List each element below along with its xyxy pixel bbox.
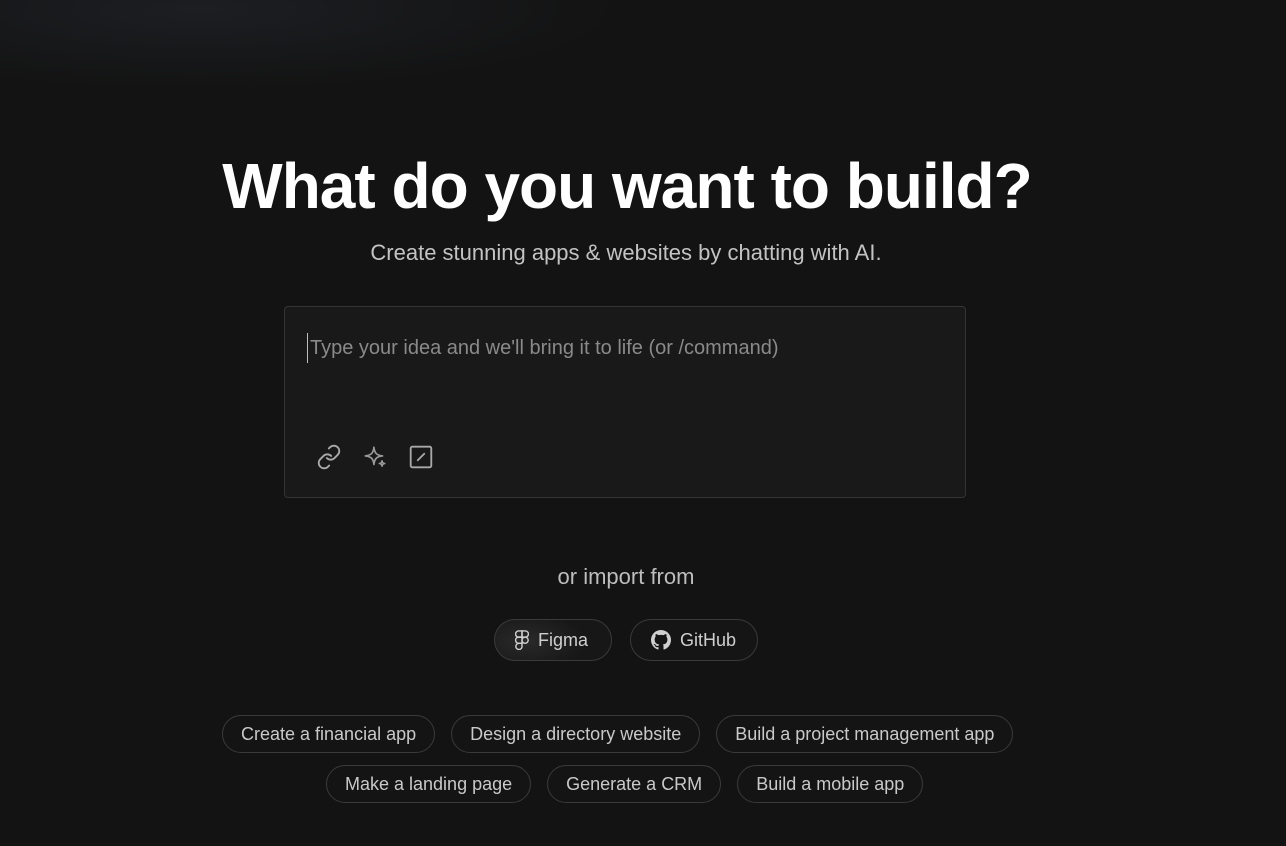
edit-square-icon [409,445,433,469]
prompt-input[interactable] [307,333,940,363]
enhance-prompt-button[interactable] [359,441,391,473]
figma-icon [515,630,529,650]
import-label: or import from [557,564,695,589]
import-figma-button[interactable]: Figma [494,619,612,661]
attach-link-button[interactable] [313,441,345,473]
suggestion-chip[interactable]: Create a financial app [222,715,436,753]
page-subtitle: Create stunning apps & websites by chatt… [370,240,882,265]
suggestion-row-1: Create a financial app Design a director… [222,715,1014,753]
suggestion-chip[interactable]: Build a mobile app [737,765,924,803]
edit-button[interactable] [405,441,437,473]
prompt-box [284,306,966,498]
page: What do you want to build? Create stunni… [0,0,1286,846]
page-title: What do you want to build? [222,150,1032,222]
suggestion-chip[interactable]: Design a directory website [451,715,701,753]
github-icon [651,630,671,650]
suggestion-chip[interactable]: Build a project management app [716,715,1014,753]
prompt-toolbar [313,441,437,473]
import-options: Figma GitHub [494,619,758,661]
import-github-label: GitHub [680,629,737,650]
link-icon [317,444,341,470]
suggestion-chip[interactable]: Generate a CRM [547,765,722,803]
import-figma-label: Figma [538,629,589,650]
suggestion-row-2: Make a landing page Generate a CRM Build… [326,765,924,803]
import-github-button[interactable]: GitHub [630,619,758,661]
suggestion-chip[interactable]: Make a landing page [326,765,532,803]
sparkle-icon [364,446,386,468]
